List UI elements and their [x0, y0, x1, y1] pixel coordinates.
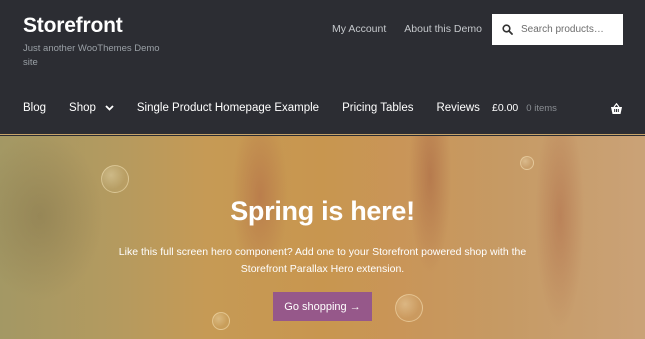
- nav-item-pricing-tables[interactable]: Pricing Tables: [342, 102, 413, 114]
- site-title[interactable]: Storefront: [23, 14, 123, 38]
- nav-item-reviews[interactable]: Reviews: [436, 102, 479, 114]
- primary-navigation: Blog Shop Single Product Homepage Exampl…: [23, 102, 503, 114]
- chevron-down-icon: [105, 102, 114, 114]
- nav-item-shop[interactable]: Shop: [69, 102, 114, 114]
- cart-amount: £0.00: [492, 102, 519, 114]
- nav-item-single-product-homepage[interactable]: Single Product Homepage Example: [137, 102, 319, 114]
- basket-icon: [610, 102, 623, 120]
- product-search[interactable]: [492, 14, 623, 45]
- hero-banner: Spring is here! Like this full screen he…: [0, 136, 645, 339]
- site-header: Storefront Just another WooThemes Demo s…: [0, 0, 645, 135]
- nav-item-label: Pricing Tables: [342, 102, 414, 114]
- decorative-bubble: [395, 294, 423, 322]
- decorative-bubble: [212, 312, 230, 330]
- site-tagline: Just another WooThemes Demo site: [23, 43, 160, 68]
- nav-item-blog[interactable]: Blog: [23, 102, 46, 114]
- search-input[interactable]: [521, 24, 621, 35]
- nav-item-label: Blog: [23, 102, 47, 114]
- nav-link-about-demo[interactable]: About this Demo: [404, 23, 482, 35]
- hero-description: Like this full screen hero component? Ad…: [118, 246, 527, 275]
- nav-link-my-account[interactable]: My Account: [332, 23, 386, 35]
- nav-item-label: Single Product Homepage Example: [136, 102, 320, 114]
- search-icon: [502, 24, 513, 35]
- go-shopping-button[interactable]: Go shopping →: [273, 292, 372, 321]
- hero-title: Spring is here!: [230, 196, 415, 226]
- nav-item-label: Shop: [69, 102, 96, 114]
- cart-item-count: 0 items: [526, 102, 557, 114]
- decorative-bubble: [520, 156, 534, 170]
- nav-item-label: Reviews: [436, 102, 480, 114]
- secondary-navigation: My Account About this Demo: [332, 23, 482, 35]
- cart-link[interactable]: £0.00 0 items: [492, 102, 623, 114]
- decorative-bubble: [101, 165, 129, 193]
